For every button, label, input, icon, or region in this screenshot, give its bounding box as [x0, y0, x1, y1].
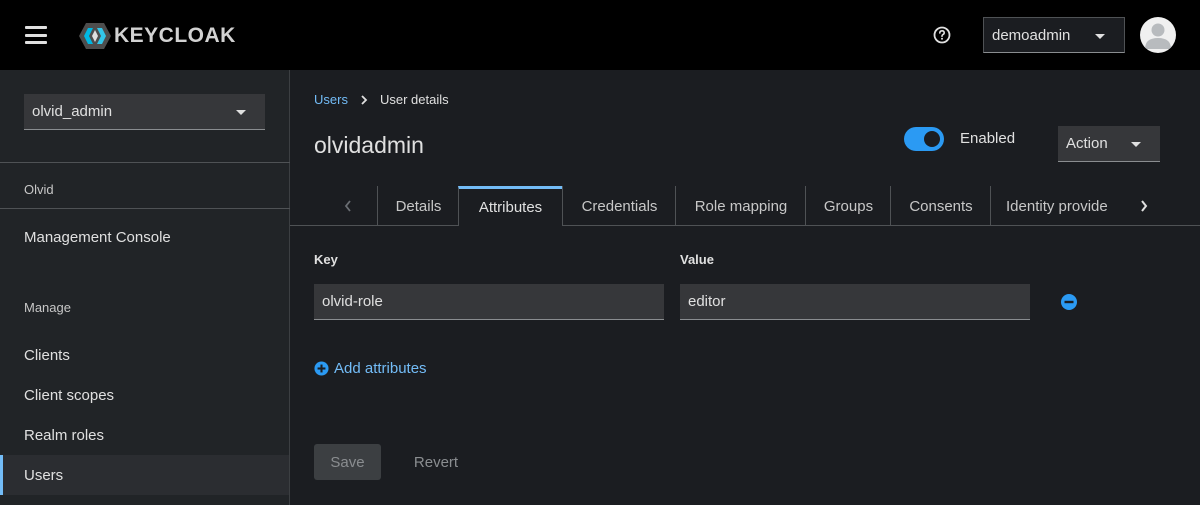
breadcrumb: Users User details: [314, 92, 449, 107]
page-title: olvidadmin: [314, 132, 424, 158]
tab-scroll-right-button[interactable]: [1124, 186, 1164, 226]
chevron-right-icon: [1141, 200, 1148, 212]
sidebar-divider: [0, 208, 290, 209]
sidebar-divider: [0, 162, 290, 163]
revert-button[interactable]: Revert: [394, 444, 478, 480]
brand-name: KEYCLOAK: [114, 24, 236, 47]
sidebar-item-client-scopes[interactable]: Client scopes: [0, 375, 289, 415]
save-button[interactable]: Save: [314, 444, 381, 480]
sidebar-item-users[interactable]: Users: [0, 455, 289, 495]
user-avatar-icon: [1145, 23, 1171, 49]
action-dropdown[interactable]: Action: [1058, 126, 1160, 162]
key-column-header: Key: [314, 252, 338, 267]
attribute-value-input[interactable]: editor: [680, 284, 1030, 320]
keycloak-logo[interactable]: KEYCLOAK: [78, 22, 236, 50]
breadcrumb-users-link[interactable]: Users: [314, 92, 348, 107]
tab-bar: Details Attributes Credentials Role mapp…: [290, 186, 1200, 226]
tab-credentials[interactable]: Credentials: [562, 186, 676, 226]
chevron-right-icon: [361, 94, 368, 105]
tab-groups[interactable]: Groups: [805, 186, 891, 226]
value-column-header: Value: [680, 252, 714, 267]
toggle-knob: [924, 131, 940, 147]
masthead: KEYCLOAK demoadmin: [0, 0, 1200, 70]
minus-circle-icon[interactable]: [1060, 293, 1078, 311]
user-dropdown[interactable]: demoadmin: [983, 17, 1125, 53]
tab-identity-provider-links[interactable]: Identity provide: [990, 186, 1112, 226]
tab-attributes[interactable]: Attributes: [458, 186, 562, 226]
realm-selector[interactable]: olvid_admin: [24, 94, 265, 130]
breadcrumb-current: User details: [379, 92, 449, 107]
sidebar-item-realm-roles[interactable]: Realm roles: [0, 415, 289, 455]
main-content: Users User details olvidadmin Enabled Ac…: [290, 70, 1200, 505]
realm-selector-label: olvid_admin: [32, 103, 113, 120]
sidebar: olvid_admin Olvid Management Console Man…: [0, 70, 290, 505]
action-dropdown-label: Action: [1066, 135, 1108, 152]
realm-section-title: Olvid: [24, 182, 54, 197]
manage-section-title: Manage: [24, 300, 71, 315]
help-icon[interactable]: [933, 26, 951, 44]
sidebar-item-management-console[interactable]: Management Console: [0, 217, 289, 257]
hamburger-menu-icon[interactable]: [25, 26, 47, 44]
tab-scroll-left-button[interactable]: [328, 186, 368, 226]
add-attributes-button[interactable]: Add attributes: [314, 360, 427, 377]
attribute-key-input[interactable]: olvid-role: [314, 284, 664, 320]
user-dropdown-label: demoadmin: [992, 26, 1071, 44]
keycloak-hexagon-icon: [79, 23, 111, 49]
tab-role-mapping[interactable]: Role mapping: [675, 186, 806, 226]
caret-down-icon: [1095, 34, 1105, 39]
enabled-toggle[interactable]: [904, 127, 944, 151]
plus-circle-icon: [314, 361, 329, 376]
caret-down-icon: [236, 110, 246, 115]
tab-details[interactable]: Details: [377, 186, 459, 226]
caret-down-icon: [1131, 142, 1141, 147]
sidebar-item-clients[interactable]: Clients: [0, 335, 289, 375]
avatar[interactable]: [1140, 17, 1176, 53]
enabled-label: Enabled: [960, 130, 1016, 147]
chevron-left-icon: [344, 200, 351, 212]
tab-consents[interactable]: Consents: [890, 186, 991, 226]
add-attributes-label: Add attributes: [334, 360, 427, 377]
